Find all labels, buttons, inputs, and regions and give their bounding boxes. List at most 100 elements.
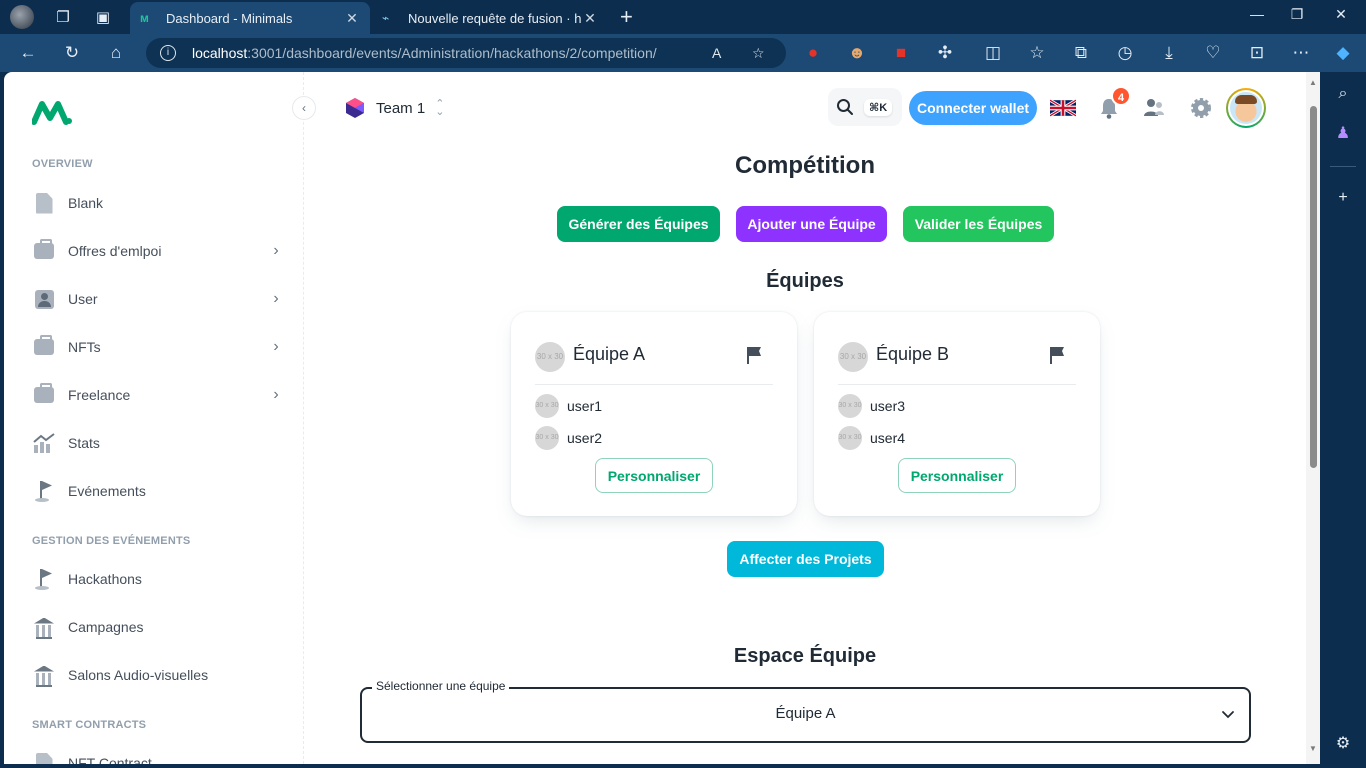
sidebar-item-label: Campagnes bbox=[68, 619, 144, 635]
url-host: localhost bbox=[192, 45, 248, 61]
extension-stop-icon[interactable]: ● bbox=[802, 42, 824, 64]
url-path: :3001/dashboard/events/Administration/ha… bbox=[247, 45, 657, 61]
subheader-event-management: GESTION DES EVÉNEMENTS bbox=[32, 535, 191, 547]
sidebar-item-job-offers[interactable]: Offres d'emlpoi › bbox=[32, 231, 284, 271]
briefcase-icon bbox=[32, 383, 56, 407]
sidebar-item-stats[interactable]: Stats bbox=[32, 423, 284, 463]
member-avatar: 30 x 30 bbox=[535, 426, 559, 450]
downloads-icon[interactable]: ⤓ bbox=[1158, 42, 1180, 64]
minimize-icon[interactable]: — bbox=[1246, 6, 1268, 22]
team-switcher[interactable]: Team 1 ⌃ ⌄ bbox=[344, 96, 444, 120]
sidebar-item-user[interactable]: User › bbox=[32, 279, 284, 319]
sidebar-item-label: Freelance bbox=[68, 387, 131, 403]
tab-title: Dashboard - Minimals bbox=[166, 10, 293, 26]
scrollbar-thumb[interactable] bbox=[1310, 106, 1317, 468]
team-select[interactable]: Sélectionner une équipe Équipe A bbox=[360, 679, 1251, 743]
notification-count-badge: 4 bbox=[1111, 86, 1131, 106]
sidebar-item-nfts[interactable]: NFTs › bbox=[32, 327, 284, 367]
settings-gear-icon[interactable] bbox=[1189, 96, 1213, 120]
browser-profile-avatar[interactable] bbox=[10, 5, 34, 29]
team-member: 30 x 30 user2 bbox=[535, 426, 602, 450]
reload-icon[interactable]: ↻ bbox=[61, 42, 83, 64]
file-icon bbox=[32, 191, 56, 215]
briefcase-icon bbox=[32, 335, 56, 359]
search-button[interactable]: ⌘K bbox=[828, 88, 902, 126]
favorites-icon[interactable]: ☆ bbox=[1026, 42, 1048, 64]
sidebar-item-blank[interactable]: Blank bbox=[32, 183, 284, 223]
close-window-icon[interactable]: ✕ bbox=[1330, 6, 1352, 23]
contacts-icon[interactable] bbox=[1142, 96, 1166, 120]
search-icon bbox=[837, 99, 853, 115]
site-info-icon[interactable]: i bbox=[160, 45, 176, 61]
read-aloud-icon[interactable]: A bbox=[712, 45, 721, 61]
add-team-button[interactable]: Ajouter une Équipe bbox=[736, 206, 887, 242]
profile-avatar[interactable] bbox=[1226, 88, 1266, 128]
add-sidebar-app-icon[interactable]: + bbox=[1333, 188, 1353, 208]
sidebar-item-events[interactable]: Evénements bbox=[32, 471, 284, 511]
collapse-sidebar-button[interactable]: ‹ bbox=[292, 96, 316, 120]
uk-flag-icon[interactable] bbox=[1050, 99, 1076, 117]
sidebar-item-nft-contract[interactable]: NFT Contract bbox=[32, 743, 284, 764]
sidebar-item-label: Stats bbox=[68, 435, 100, 451]
team-name: Team 1 bbox=[376, 99, 426, 117]
scroll-up-icon[interactable]: ▲ bbox=[1309, 78, 1317, 87]
search-icon[interactable]: ⌕ bbox=[1333, 84, 1353, 104]
customize-team-button[interactable]: Personnaliser bbox=[595, 458, 713, 493]
history-icon[interactable]: ◷ bbox=[1114, 42, 1136, 64]
team-select-label: Sélectionner une équipe bbox=[372, 679, 510, 693]
restore-icon[interactable]: ❐ bbox=[1286, 6, 1308, 23]
member-avatar: 30 x 30 bbox=[535, 394, 559, 418]
address-bar[interactable]: i localhost:3001/dashboard/events/Admini… bbox=[146, 38, 786, 68]
sidebar-item-label: Salons Audio-visuelles bbox=[68, 667, 209, 683]
customize-team-button[interactable]: Personnaliser bbox=[898, 458, 1016, 493]
back-icon[interactable]: ← bbox=[17, 42, 39, 64]
member-name: user2 bbox=[567, 430, 603, 446]
settings-more-icon[interactable]: ⋯ bbox=[1290, 42, 1312, 64]
assign-projects-button[interactable]: Affecter des Projets bbox=[727, 541, 884, 577]
team-name: Équipe B bbox=[876, 344, 950, 364]
tab-actions-icon[interactable]: ▣ bbox=[92, 6, 114, 28]
validate-teams-button[interactable]: Valider les Équipes bbox=[903, 206, 1054, 242]
close-tab-icon[interactable]: ✕ bbox=[344, 10, 360, 27]
collections-icon[interactable]: ⧉ bbox=[1070, 42, 1092, 64]
extension-face-icon[interactable]: ☻ bbox=[846, 42, 868, 64]
chevron-right-icon: › bbox=[273, 338, 279, 355]
sidebar-item-audiovisual-fairs[interactable]: Salons Audio-visuelles bbox=[32, 655, 284, 695]
tab-dashboard[interactable]: ᴍ Dashboard - Minimals ✕ bbox=[130, 2, 370, 34]
games-icon[interactable]: ♟ bbox=[1333, 124, 1353, 144]
connect-wallet-button[interactable]: Connecter wallet bbox=[909, 91, 1037, 125]
home-icon[interactable]: ⌂ bbox=[105, 42, 127, 64]
browser-essentials-icon[interactable]: ♡ bbox=[1202, 42, 1224, 64]
sidebar-item-freelance[interactable]: Freelance › bbox=[32, 375, 284, 415]
page-scrollbar[interactable]: ▲ ▼ bbox=[1306, 72, 1320, 764]
generate-teams-button[interactable]: Générer des Équipes bbox=[557, 206, 720, 242]
split-screen-icon[interactable]: ◫ bbox=[982, 42, 1004, 64]
sidebar-item-label: Evénements bbox=[68, 483, 146, 499]
sidebar-item-hackathons[interactable]: Hackathons bbox=[32, 559, 284, 599]
team-card: 30 x 30 Équipe A 30 x 30 user1 30 x 30 u… bbox=[511, 312, 797, 516]
edge-sidebar-divider bbox=[1330, 166, 1356, 167]
minimals-logo-icon[interactable] bbox=[32, 98, 72, 126]
scroll-down-icon[interactable]: ▼ bbox=[1309, 744, 1317, 753]
close-tab-icon[interactable]: ✕ bbox=[582, 10, 598, 27]
extension-ninja-icon[interactable]: ■ bbox=[890, 42, 912, 64]
sidebar-item-label: Offres d'emlpoi bbox=[68, 243, 162, 259]
tab-merge-request[interactable]: ⌁ Nouvelle requête de fusion · hire3 ✕ bbox=[372, 2, 608, 34]
user-icon bbox=[32, 287, 56, 311]
favorite-star-icon[interactable]: ☆ bbox=[752, 45, 765, 62]
sidebar-item-campaigns[interactable]: Campagnes bbox=[32, 607, 284, 647]
team-name: Équipe A bbox=[573, 344, 646, 364]
sidebar-settings-icon[interactable]: ⚙ bbox=[1333, 734, 1353, 754]
copilot-icon[interactable]: ◆ bbox=[1332, 42, 1354, 64]
flag-icon[interactable] bbox=[1048, 346, 1066, 364]
member-avatar: 30 x 30 bbox=[838, 426, 862, 450]
team-avatar: 30 x 30 bbox=[838, 342, 868, 372]
new-tab-icon[interactable]: + bbox=[620, 4, 633, 30]
screenshot-icon[interactable]: ⊡ bbox=[1246, 42, 1268, 64]
browser-nav-bar: ← ↻ ⌂ i localhost:3001/dashboard/events/… bbox=[0, 34, 1366, 72]
flag-icon[interactable] bbox=[745, 346, 763, 364]
extensions-puzzle-icon[interactable]: ✣ bbox=[934, 42, 956, 64]
team-card: 30 x 30 Équipe B 30 x 30 user3 30 x 30 u… bbox=[814, 312, 1100, 516]
workspaces-icon[interactable]: ❐ bbox=[52, 6, 74, 28]
briefcase-icon bbox=[32, 239, 56, 263]
